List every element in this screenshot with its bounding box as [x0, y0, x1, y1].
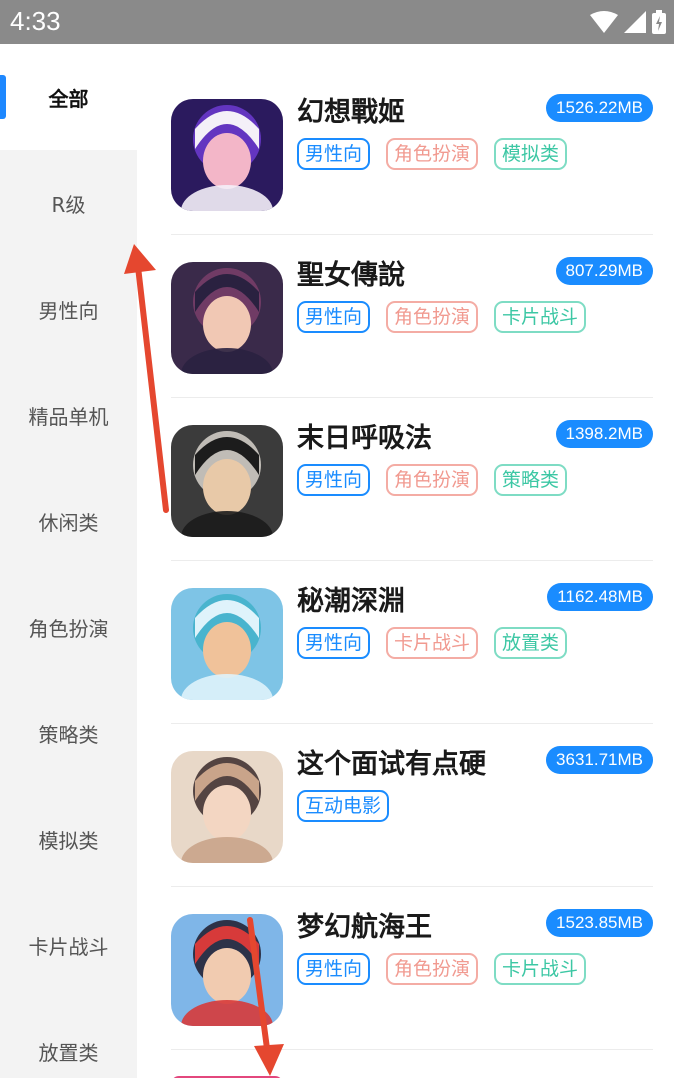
sidebar-item[interactable]: 休闲类 — [0, 468, 137, 574]
category-sidebar: 全部 R级男性向精品单机休闲类角色扮演策略类模拟类卡片战斗放置类 — [0, 44, 137, 1078]
category-tag[interactable]: 男性向 — [297, 464, 371, 496]
tag-list: 男性向 角色扮演 卡片战斗 — [297, 953, 587, 985]
game-title: 这个面试有点硬 — [297, 749, 486, 780]
sidebar-item[interactable]: 男性向 — [0, 256, 137, 362]
game-list-item[interactable]: 梦幻航海王 1523.85MB 男性向 角色扮演 卡片战斗 — [171, 887, 653, 1050]
category-tag[interactable]: 角色扮演 — [386, 953, 479, 985]
game-art-icon[interactable] — [171, 425, 283, 537]
sidebar-item-label: 全部 — [48, 86, 89, 111]
sidebar-item[interactable]: 精品单机 — [0, 362, 137, 468]
sidebar-item-label: 休闲类 — [38, 510, 99, 535]
category-tag[interactable]: 角色扮演 — [386, 464, 479, 496]
game-list-item[interactable]: 末日呼吸法 1398.2MB 男性向 角色扮演 策略类 — [171, 398, 653, 561]
category-tag[interactable]: 互动电影 — [297, 790, 390, 822]
tag-list: 男性向 角色扮演 策略类 — [297, 464, 568, 496]
category-tag[interactable]: 男性向 — [297, 627, 371, 659]
game-art-icon[interactable] — [171, 588, 283, 700]
category-tag[interactable]: 角色扮演 — [386, 301, 479, 333]
tag-list: 男性向 卡片战斗 放置类 — [297, 627, 568, 659]
cell-signal-icon — [624, 11, 646, 33]
sidebar-item[interactable]: 模拟类 — [0, 786, 137, 892]
game-title: 幻想戰姬 — [297, 97, 405, 128]
wifi-icon — [590, 11, 618, 33]
category-tag[interactable]: 男性向 — [297, 953, 371, 985]
sidebar-item[interactable]: 卡片战斗 — [0, 892, 137, 998]
sidebar-item[interactable]: 策略类 — [0, 680, 137, 786]
sidebar-item[interactable]: 全部 — [0, 44, 137, 150]
category-tag[interactable]: 放置类 — [494, 627, 568, 659]
sidebar-item-label: 卡片战斗 — [28, 934, 109, 959]
row-divider — [171, 1049, 653, 1050]
sidebar-item-label: 精品单机 — [28, 404, 109, 429]
file-size-badge: 1523.85MB — [546, 909, 653, 937]
category-tag[interactable]: 角色扮演 — [386, 138, 479, 170]
game-list: 幻想戰姬 1526.22MB 男性向 角色扮演 模拟类 聖女傳說 807.29MB 男性向 角色… — [137, 44, 674, 1078]
sidebar-item[interactable]: R级 — [0, 150, 137, 256]
category-tag[interactable]: 卡片战斗 — [494, 301, 587, 333]
file-size-badge: 1526.22MB — [546, 94, 653, 122]
game-art-icon[interactable] — [171, 914, 283, 1026]
file-size-badge: 807.29MB — [555, 257, 653, 285]
file-size-badge: 1398.2MB — [555, 420, 653, 448]
category-tag[interactable]: 卡片战斗 — [386, 627, 479, 659]
game-title: 梦幻航海王 — [297, 912, 432, 943]
game-list-item[interactable]: 这个面试有点硬 3631.71MB 互动电影 — [171, 724, 653, 887]
game-list-item[interactable]: 聖女傳說 807.29MB 男性向 角色扮演 卡片战斗 — [171, 235, 653, 398]
game-art-icon[interactable] — [171, 751, 283, 863]
sidebar-item-label: 策略类 — [38, 722, 99, 747]
category-tag[interactable]: 男性向 — [297, 138, 371, 170]
game-title: 末日呼吸法 — [297, 423, 432, 454]
game-list-item[interactable]: 秘潮深淵 1162.48MB 男性向 卡片战斗 放置类 — [171, 561, 653, 724]
sidebar-item-label: 角色扮演 — [28, 616, 109, 641]
category-tag[interactable]: 模拟类 — [494, 138, 568, 170]
sidebar-item-label: 模拟类 — [38, 828, 99, 853]
sidebar-item[interactable]: 放置类 — [0, 998, 137, 1078]
status-icons — [590, 9, 666, 35]
game-art-icon[interactable] — [171, 99, 283, 211]
file-size-badge: 3631.71MB — [546, 746, 653, 774]
game-art-icon[interactable] — [171, 262, 283, 374]
active-indicator — [0, 75, 6, 119]
tag-list: 男性向 角色扮演 模拟类 — [297, 138, 568, 170]
sidebar-item-label: R级 — [51, 192, 86, 217]
sidebar-item[interactable]: 角色扮演 — [0, 574, 137, 680]
file-size-badge: 1162.48MB — [547, 583, 653, 611]
sidebar-item-label: 男性向 — [38, 298, 99, 323]
sidebar-item-label: 放置类 — [38, 1040, 99, 1065]
tag-list: 互动电影 — [297, 790, 390, 822]
game-title: 聖女傳說 — [297, 260, 405, 291]
status-bar: 4:33 — [0, 0, 674, 44]
category-tag[interactable]: 男性向 — [297, 301, 371, 333]
battery-icon — [652, 10, 666, 34]
category-tag[interactable]: 卡片战斗 — [494, 953, 587, 985]
tag-list: 男性向 角色扮演 卡片战斗 — [297, 301, 587, 333]
game-list-item[interactable]: 幻想戰姬 1526.22MB 男性向 角色扮演 模拟类 — [171, 72, 653, 235]
category-tag[interactable]: 策略类 — [494, 464, 568, 496]
status-time: 4:33 — [10, 6, 61, 36]
game-title: 秘潮深淵 — [297, 586, 405, 617]
